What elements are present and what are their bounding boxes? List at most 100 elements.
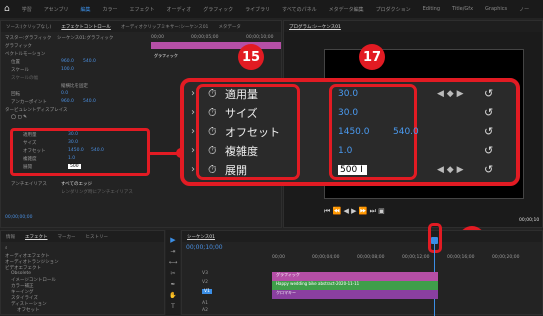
ec-small-row-size-label: サイズ [23,141,37,146]
track-a1[interactable]: A1 [202,301,208,306]
keyframe-nav-icon[interactable]: ◀ ◆ ▶ [437,89,464,99]
ec-small-row-offset-y[interactable]: 540.0 [91,148,104,153]
menu-item-metadata[interactable]: メタデータ編集 [323,6,370,13]
zoom-row-complexity-value[interactable]: 1.0 [338,146,352,156]
ec-anchor-y[interactable]: 540.0 [83,99,96,104]
track-select-tool-icon[interactable]: ⇥ [166,248,180,255]
ripple-edit-tool-icon[interactable]: ⟷ [166,259,180,266]
tab-metadata[interactable]: メタデータ [213,24,246,30]
zoom-row-size-value[interactable]: 30.0 [338,108,358,118]
ec-small-row-evolution-value[interactable]: 500 [68,164,81,169]
track-v1[interactable]: V1 [202,289,212,294]
ec-rotation-label: 回転 [11,92,20,97]
ec-section-graphic: グラフィック [5,44,32,49]
ec-clip-bar[interactable]: グラフィック [151,42,281,58]
tab-info[interactable]: 情報 [1,234,20,240]
menu-item-titlegfx[interactable]: Title/Gfx [446,6,479,12]
selection-tool-icon[interactable]: ▶ [166,236,180,244]
chevron-right-icon[interactable]: › [191,126,195,137]
menu-item-editing[interactable]: Editing [417,6,446,12]
zoom-row-offset-y[interactable]: 540.0 [393,127,419,137]
zoom-row-evolution: › ⏱ 展開 500 I ◀ ◆ ▶ ↺ [184,160,516,179]
program-timecode[interactable]: 00;00;10 [519,218,539,223]
zoom-row-amount-value[interactable]: 30.0 [338,89,358,99]
ec-vector-motion[interactable]: ベクトルモーション [5,51,45,57]
home-icon[interactable]: ⌂ [0,4,16,14]
zoom-row-evolution-input[interactable]: 500 I [338,164,367,175]
ec-position-y[interactable]: 540.0 [83,59,96,64]
clip-chroma-key[interactable]: クロマキー [272,290,438,299]
ec-header-master[interactable]: マスター:グラフィック [5,35,51,41]
tab-audio-mixer[interactable]: オーディオクリップミキサー:シーケンス01 [116,24,214,30]
stopwatch-icon[interactable]: ⏱ [208,144,217,158]
track-a2[interactable]: A2 [202,308,208,313]
effects-item-offset[interactable]: オフセット [17,307,40,313]
ec-timecode[interactable]: 00;00;00;00 [5,215,32,220]
keyframe-nav-icon[interactable]: ◀ ◆ ▶ [437,165,464,175]
chevron-right-icon[interactable]: › [191,88,195,99]
playhead-handle-icon[interactable] [431,237,438,244]
reset-icon[interactable]: ↺ [484,125,493,138]
menu-item-edit[interactable]: 編集 [75,6,97,13]
ec-antialias-render-option[interactable]: レンダリング時にアンチエイリアス [61,189,133,195]
hand-tool-icon[interactable]: ✋ [166,292,180,299]
stopwatch-icon[interactable]: ⏱ [208,106,217,120]
menu-item-effects[interactable]: エフェクト [124,6,161,13]
clip-video[interactable]: Happy wedding bike abstract-2020-11-11 [272,281,438,290]
track-v3[interactable]: V3 [202,271,208,276]
chevron-right-icon[interactable]: › [191,145,195,156]
menu-item-graphics-en[interactable]: Graphics [479,6,513,12]
reset-icon[interactable]: ↺ [484,144,493,157]
tab-source[interactable]: ソース:(クリップなし) [1,24,56,30]
stopwatch-icon[interactable]: ⏱ [208,163,217,177]
effects-folder-obsolete[interactable]: Obsolete [11,271,31,276]
ec-small-row-size-value[interactable]: 30.0 [68,140,78,145]
chevron-right-icon[interactable]: › [191,107,195,118]
stopwatch-icon[interactable]: ⏱ [208,125,217,139]
chevron-right-icon[interactable]: › [191,164,195,175]
ec-mask-tools[interactable]: ◯ ▢ ✎ [11,115,27,120]
ec-small-row-amount-value[interactable]: 30.0 [68,132,78,137]
reset-icon[interactable]: ↺ [484,106,493,119]
track-v2[interactable]: V2 [202,280,208,285]
timeline-timecode[interactable]: 00;00;10;00 [186,244,223,251]
ec-uniform-scale[interactable]: 縦横比を固定 [61,83,88,89]
ec-small-row-offset-x[interactable]: 1450.0 [68,148,84,153]
ec-antialias-select[interactable]: すべてのエッジ [61,181,92,187]
menu-item-more[interactable]: ノー [513,6,535,13]
menu-item-production[interactable]: プロダクション [370,6,417,13]
tab-program[interactable]: プログラム:シーケンス01 [284,24,346,30]
program-transport-controls[interactable]: ⏮ ⏪ ◀ ▶ ⏩ ⏭ ▣ [324,207,385,216]
ec-rotation-value[interactable]: 0.0 [61,91,68,96]
tab-effects[interactable]: エフェクト [20,234,53,240]
tab-effect-controls[interactable]: エフェクトコントロール [56,24,116,30]
type-tool-icon[interactable]: T [166,303,180,310]
timeline-panel: シーケンス01 00;00;10;00 00;00 00;00;04;00 00… [181,223,543,316]
tab-markers[interactable]: マーカー [53,234,81,240]
menu-item-graphics[interactable]: グラフィック [197,6,239,13]
menu-item-all-panels[interactable]: すべてのパネル [276,6,322,13]
ec-scale-value[interactable]: 100.0 [61,67,74,72]
pen-tool-icon[interactable]: ✒ [166,281,180,288]
zoom-row-size-label: サイズ [225,106,258,120]
menu-item-color[interactable]: カラー [97,6,124,13]
clip-graphic[interactable]: グラフィック [272,272,438,281]
menu-item-audio[interactable]: オーディオ [161,6,198,13]
razor-tool-icon[interactable]: ✂ [166,270,180,277]
reset-icon[interactable]: ↺ [484,87,493,100]
ec-header-clip[interactable]: シーケンス01:グラフィック [57,35,113,41]
ec-anchor-x[interactable]: 960.0 [61,99,74,104]
ec-small-row-complexity-value[interactable]: 1.0 [68,156,75,161]
menu-item-learn[interactable]: 学習 [16,6,38,13]
ec-position-x[interactable]: 960.0 [61,59,74,64]
menu-item-assembly[interactable]: アセンブリ [38,6,75,13]
ruler-3: 00;00;12;00 [402,255,430,260]
zoom-row-offset-x[interactable]: 1450.0 [338,127,370,137]
tab-history[interactable]: ヒストリー [81,234,114,240]
reset-icon[interactable]: ↺ [484,163,493,176]
effects-search-icon[interactable]: ⌕ [5,245,8,251]
ec-turbulent-displace[interactable]: タービュレントディスプレイス [5,107,67,113]
stopwatch-icon[interactable]: ⏱ [208,87,217,101]
menu-item-library[interactable]: ライブラリ [239,6,276,13]
tab-sequence[interactable]: シーケンス01 [182,234,220,240]
